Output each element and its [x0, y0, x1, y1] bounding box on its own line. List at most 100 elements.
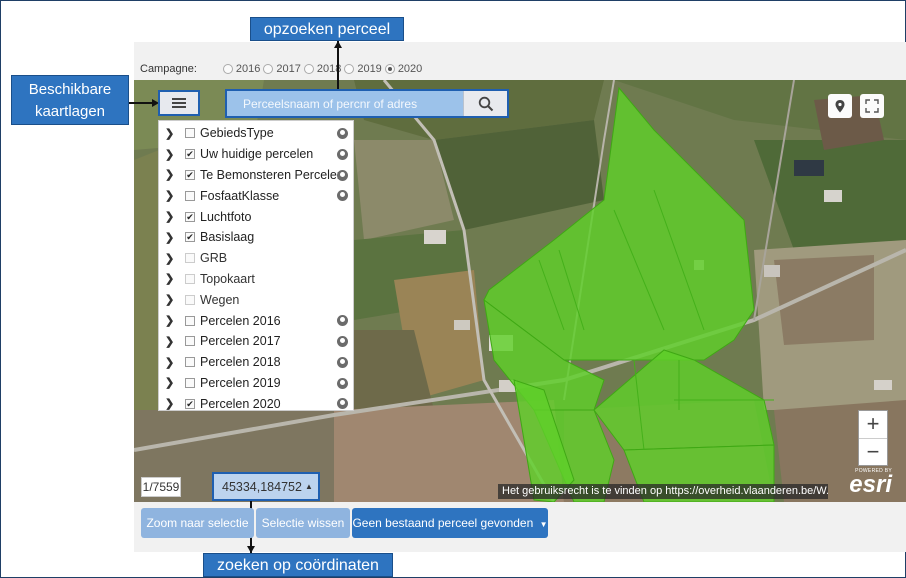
parcel-search: [225, 89, 509, 118]
layer-row[interactable]: ❯ ✔ Uw huidige percelen: [159, 144, 353, 165]
layer-label: Uw huidige percelen: [200, 147, 314, 162]
zoom-in-button[interactable]: +: [859, 411, 887, 438]
layer-row[interactable]: ❯ ✔ Percelen 2020: [159, 393, 353, 414]
radio-2017[interactable]: [263, 64, 274, 74]
chevron-right-icon[interactable]: ❯: [165, 356, 177, 369]
layer-checkbox[interactable]: ✔: [185, 149, 195, 160]
campaign-option-2017[interactable]: 2017: [263, 63, 301, 75]
layers-callout: Beschikbare kaartlagen: [11, 75, 129, 125]
locate-button[interactable]: [828, 94, 852, 118]
layer-row[interactable]: ❯ Wegen: [159, 289, 353, 310]
layers-callout-line1: Beschikbare: [28, 81, 112, 98]
layer-label: Basislaag: [200, 230, 255, 245]
chevron-right-icon[interactable]: ❯: [165, 293, 177, 306]
layer-checkbox[interactable]: [185, 336, 195, 347]
layer-row[interactable]: ❯ Percelen 2016: [159, 310, 353, 331]
chevron-right-icon[interactable]: ❯: [165, 148, 177, 161]
globe-icon[interactable]: [337, 169, 348, 181]
layer-row[interactable]: ❯ FosfaatKlasse: [159, 185, 353, 206]
layer-checkbox[interactable]: ✔: [185, 169, 195, 180]
coordinate-search[interactable]: 45334,184752 ▲: [212, 472, 320, 501]
esri-wordmark: esri: [849, 471, 892, 498]
globe-icon[interactable]: [337, 356, 348, 368]
layer-checkbox[interactable]: [185, 253, 195, 264]
no-parcel-found-label: Geen bestaand perceel gevonden: [352, 516, 534, 530]
globe-icon[interactable]: [337, 335, 348, 347]
zoom-to-selection-button[interactable]: Zoom naar selectie: [141, 508, 254, 538]
layer-label: Percelen 2016: [200, 313, 281, 328]
layer-checkbox[interactable]: ✔: [185, 398, 195, 409]
layer-label: Percelen 2018: [200, 355, 281, 370]
layer-label: Luchtfoto: [200, 209, 252, 224]
chevron-right-icon[interactable]: ❯: [165, 189, 177, 202]
chevron-right-icon[interactable]: ❯: [165, 272, 177, 285]
globe-icon[interactable]: [337, 315, 348, 327]
layer-checkbox[interactable]: ✔: [185, 211, 195, 222]
layer-label: Percelen 2020: [200, 396, 281, 411]
chevron-right-icon[interactable]: ❯: [165, 335, 177, 348]
chevron-right-icon[interactable]: ❯: [165, 397, 177, 410]
chevron-right-icon[interactable]: ❯: [165, 231, 177, 244]
radio-2020[interactable]: [384, 64, 395, 74]
layer-row[interactable]: ❯ ✔ Luchtfoto: [159, 206, 353, 227]
chevron-right-icon[interactable]: ❯: [165, 314, 177, 327]
chevron-right-icon[interactable]: ❯: [165, 127, 177, 140]
zoom-out-button[interactable]: −: [859, 439, 887, 466]
globe-icon[interactable]: [337, 377, 348, 389]
parcel-counter: 1/7559: [141, 477, 181, 497]
search-icon: [478, 96, 493, 111]
layer-row[interactable]: ❯ ✔ Te Bemonsteren Percelen: [159, 165, 353, 186]
coords-callout-arrowhead: [247, 546, 255, 553]
layer-checkbox[interactable]: [185, 357, 195, 368]
layer-checkbox[interactable]: [185, 128, 195, 139]
radio-2018[interactable]: [303, 64, 314, 74]
campaign-label: Campagne:: [140, 63, 197, 75]
layer-row[interactable]: ❯ ✔ Basislaag: [159, 227, 353, 248]
chevron-right-icon[interactable]: ❯: [165, 376, 177, 389]
clear-selection-button[interactable]: Selectie wissen: [256, 508, 350, 538]
globe-icon[interactable]: [337, 148, 348, 160]
layer-label: Percelen 2017: [200, 334, 281, 349]
no-parcel-found-dropdown[interactable]: Geen bestaand perceel gevonden ▼: [352, 508, 548, 538]
list-icon: [172, 98, 186, 108]
caret-up-icon[interactable]: ▲: [305, 482, 313, 491]
layer-label: Percelen 2019: [200, 375, 281, 390]
campaign-option-2020[interactable]: 2020: [384, 63, 422, 75]
coordinate-value: 45334,184752: [222, 479, 302, 494]
layer-checkbox[interactable]: [185, 294, 195, 305]
layer-row[interactable]: ❯ Percelen 2018: [159, 352, 353, 373]
layer-checkbox[interactable]: [185, 190, 195, 201]
search-button[interactable]: [463, 91, 507, 116]
layer-list-panel: ❯ GebiedsType ❯ ✔ Uw huidige percelen ❯ ✔ Te Be…: [158, 120, 354, 411]
layer-label: FosfaatKlasse: [200, 188, 280, 203]
fullscreen-icon: [865, 99, 879, 113]
chevron-right-icon[interactable]: ❯: [165, 252, 177, 265]
layer-row[interactable]: ❯ GRB: [159, 248, 353, 269]
radio-2019[interactable]: [344, 64, 355, 74]
fullscreen-button[interactable]: [860, 94, 884, 118]
layer-label: Topokaart: [200, 271, 255, 286]
layer-row[interactable]: ❯ Percelen 2019: [159, 373, 353, 394]
map-attribution: Het gebruiksrecht is te vinden op https:…: [498, 484, 828, 499]
layer-checkbox[interactable]: ✔: [185, 232, 195, 243]
search-callout-pointer: [337, 41, 339, 89]
layer-checkbox[interactable]: [185, 273, 195, 284]
layer-row[interactable]: ❯ Topokaart: [159, 269, 353, 290]
globe-icon[interactable]: [337, 398, 348, 410]
layer-row[interactable]: ❯ Percelen 2017: [159, 331, 353, 352]
globe-icon[interactable]: [337, 190, 348, 202]
campaign-option-2018[interactable]: 2018: [303, 63, 341, 75]
layer-row[interactable]: ❯ GebiedsType: [159, 123, 353, 144]
chevron-right-icon[interactable]: ❯: [165, 168, 177, 181]
layers-toggle-button[interactable]: [158, 90, 200, 116]
search-callout-arrowhead: [334, 41, 342, 48]
layer-checkbox[interactable]: [185, 377, 195, 388]
campaign-option-2016[interactable]: 2016: [222, 63, 260, 75]
layer-label: GebiedsType: [200, 126, 274, 141]
globe-icon[interactable]: [337, 128, 348, 139]
chevron-right-icon[interactable]: ❯: [165, 210, 177, 223]
layer-checkbox[interactable]: [185, 315, 195, 326]
campaign-option-2019[interactable]: 2019: [344, 63, 382, 75]
parcel-search-input[interactable]: [227, 91, 463, 116]
radio-2016[interactable]: [222, 64, 233, 74]
